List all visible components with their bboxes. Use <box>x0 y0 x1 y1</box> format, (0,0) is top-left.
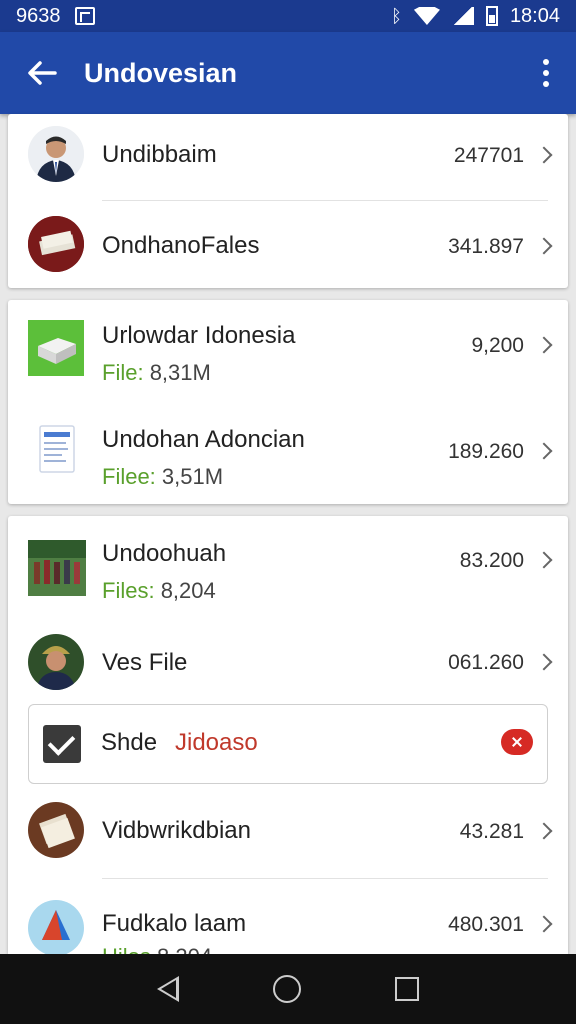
signal-icon <box>451 7 474 25</box>
list-item-value: 341.897 <box>448 235 524 258</box>
chevron-right-icon <box>535 146 553 164</box>
list-item-title: Vidbwrikdbian <box>102 817 251 844</box>
list-item-value: 061.260 <box>448 651 524 674</box>
list-item-value: 43.281 <box>459 820 524 843</box>
list-item-title: Ves File <box>102 649 188 676</box>
selected-item-tag: Jidoaso <box>175 729 258 756</box>
arrow-left-icon <box>28 61 57 85</box>
chevron-right-icon <box>535 653 553 671</box>
divider <box>102 878 548 879</box>
chevron-right-icon <box>535 915 553 933</box>
more-dot-icon <box>543 70 549 76</box>
more-dot-icon <box>543 81 549 87</box>
list-item-subtitle: Files: 8,204 <box>102 578 216 603</box>
more-options-button[interactable] <box>516 32 576 114</box>
checkbox-checked[interactable] <box>43 725 81 763</box>
list-item-title: Urlowdar Idonesia <box>102 322 296 349</box>
battery-icon <box>485 6 498 26</box>
nav-home-icon[interactable] <box>273 975 301 1003</box>
list-card-3: Undoohuah Files: 8,204 83.200 Ves File 0… <box>8 516 568 954</box>
list-item-title: Undohan Adoncian <box>102 426 305 453</box>
money-avatar <box>28 216 84 272</box>
chevron-right-icon <box>535 336 553 354</box>
chevron-right-icon <box>535 551 553 569</box>
list-card-1: Undibbaim 247701 OndhanoFales 341.897 <box>8 114 568 288</box>
selected-item-row[interactable]: Shde Jidoaso <box>28 704 548 784</box>
list-item-value: 189.260 <box>448 440 524 463</box>
back-button[interactable] <box>0 32 84 114</box>
app-bar: Undovesian <box>0 32 576 114</box>
list-item-value: 247701 <box>453 144 524 167</box>
green-package-icon <box>28 320 84 376</box>
papers-avatar <box>28 802 84 858</box>
notification-icon <box>74 7 95 25</box>
list-item-value: 480.301 <box>448 913 524 936</box>
list-item-title: Fudkalo laam <box>102 910 247 937</box>
page-title: Undovesian <box>84 57 238 88</box>
list-item-title: Undibbaim <box>102 141 217 168</box>
list-item[interactable]: Vidbwrikdbian 43.281 <box>8 786 568 878</box>
list-item[interactable]: Fudkalo laam Hilos 8,204 480.301 <box>8 880 568 954</box>
person-helmet-avatar <box>28 634 84 690</box>
list-item-title: OndhanoFales <box>102 232 260 259</box>
list-item-title: Undoohuah <box>102 540 227 567</box>
more-dot-icon <box>543 59 549 65</box>
list-item[interactable]: Ves File 061.260 <box>8 616 568 704</box>
status-time-left: 9638 <box>16 4 61 27</box>
chevron-right-icon <box>535 442 553 460</box>
bluetooth-icon: ᛒ <box>391 5 402 26</box>
chevron-right-icon <box>535 822 553 840</box>
list-card-2: Urlowdar Idonesia File: 8,31M 9,200 Undo… <box>8 300 568 504</box>
arrow-logo <box>28 900 84 954</box>
remove-icon[interactable] <box>501 729 533 755</box>
list-item[interactable]: OndhanoFales 341.897 <box>8 202 568 288</box>
list-item[interactable]: Undohan Adoncian Filee: 3,51M 189.260 <box>8 402 568 504</box>
nav-back-icon[interactable] <box>157 976 179 1002</box>
status-bar: 9638 ᛒ 18:04 <box>0 0 576 32</box>
system-nav-bar <box>0 954 576 1024</box>
status-time: 18:04 <box>509 4 560 27</box>
list-item[interactable]: Undoohuah Files: 8,204 83.200 <box>8 516 568 616</box>
list-item-value: 9,200 <box>471 334 524 357</box>
nav-recents-icon[interactable] <box>395 977 419 1001</box>
chevron-right-icon <box>535 237 553 255</box>
list-item-value: 83.200 <box>459 549 524 572</box>
list-item-subtitle: File: 8,31M <box>102 360 211 385</box>
list-item-subtitle: Hilos 8,204 <box>102 944 212 954</box>
document-icon <box>28 422 84 478</box>
person-avatar <box>28 126 84 182</box>
list-item[interactable]: Urlowdar Idonesia File: 8,31M 9,200 <box>8 300 568 402</box>
list-item[interactable]: Undibbaim 247701 <box>8 114 568 200</box>
divider <box>102 200 548 201</box>
selected-item-name: Shde <box>101 729 158 756</box>
list-item-subtitle: Filee: 3,51M <box>102 464 224 489</box>
wifi-icon <box>413 7 440 25</box>
group-photo <box>28 540 86 596</box>
